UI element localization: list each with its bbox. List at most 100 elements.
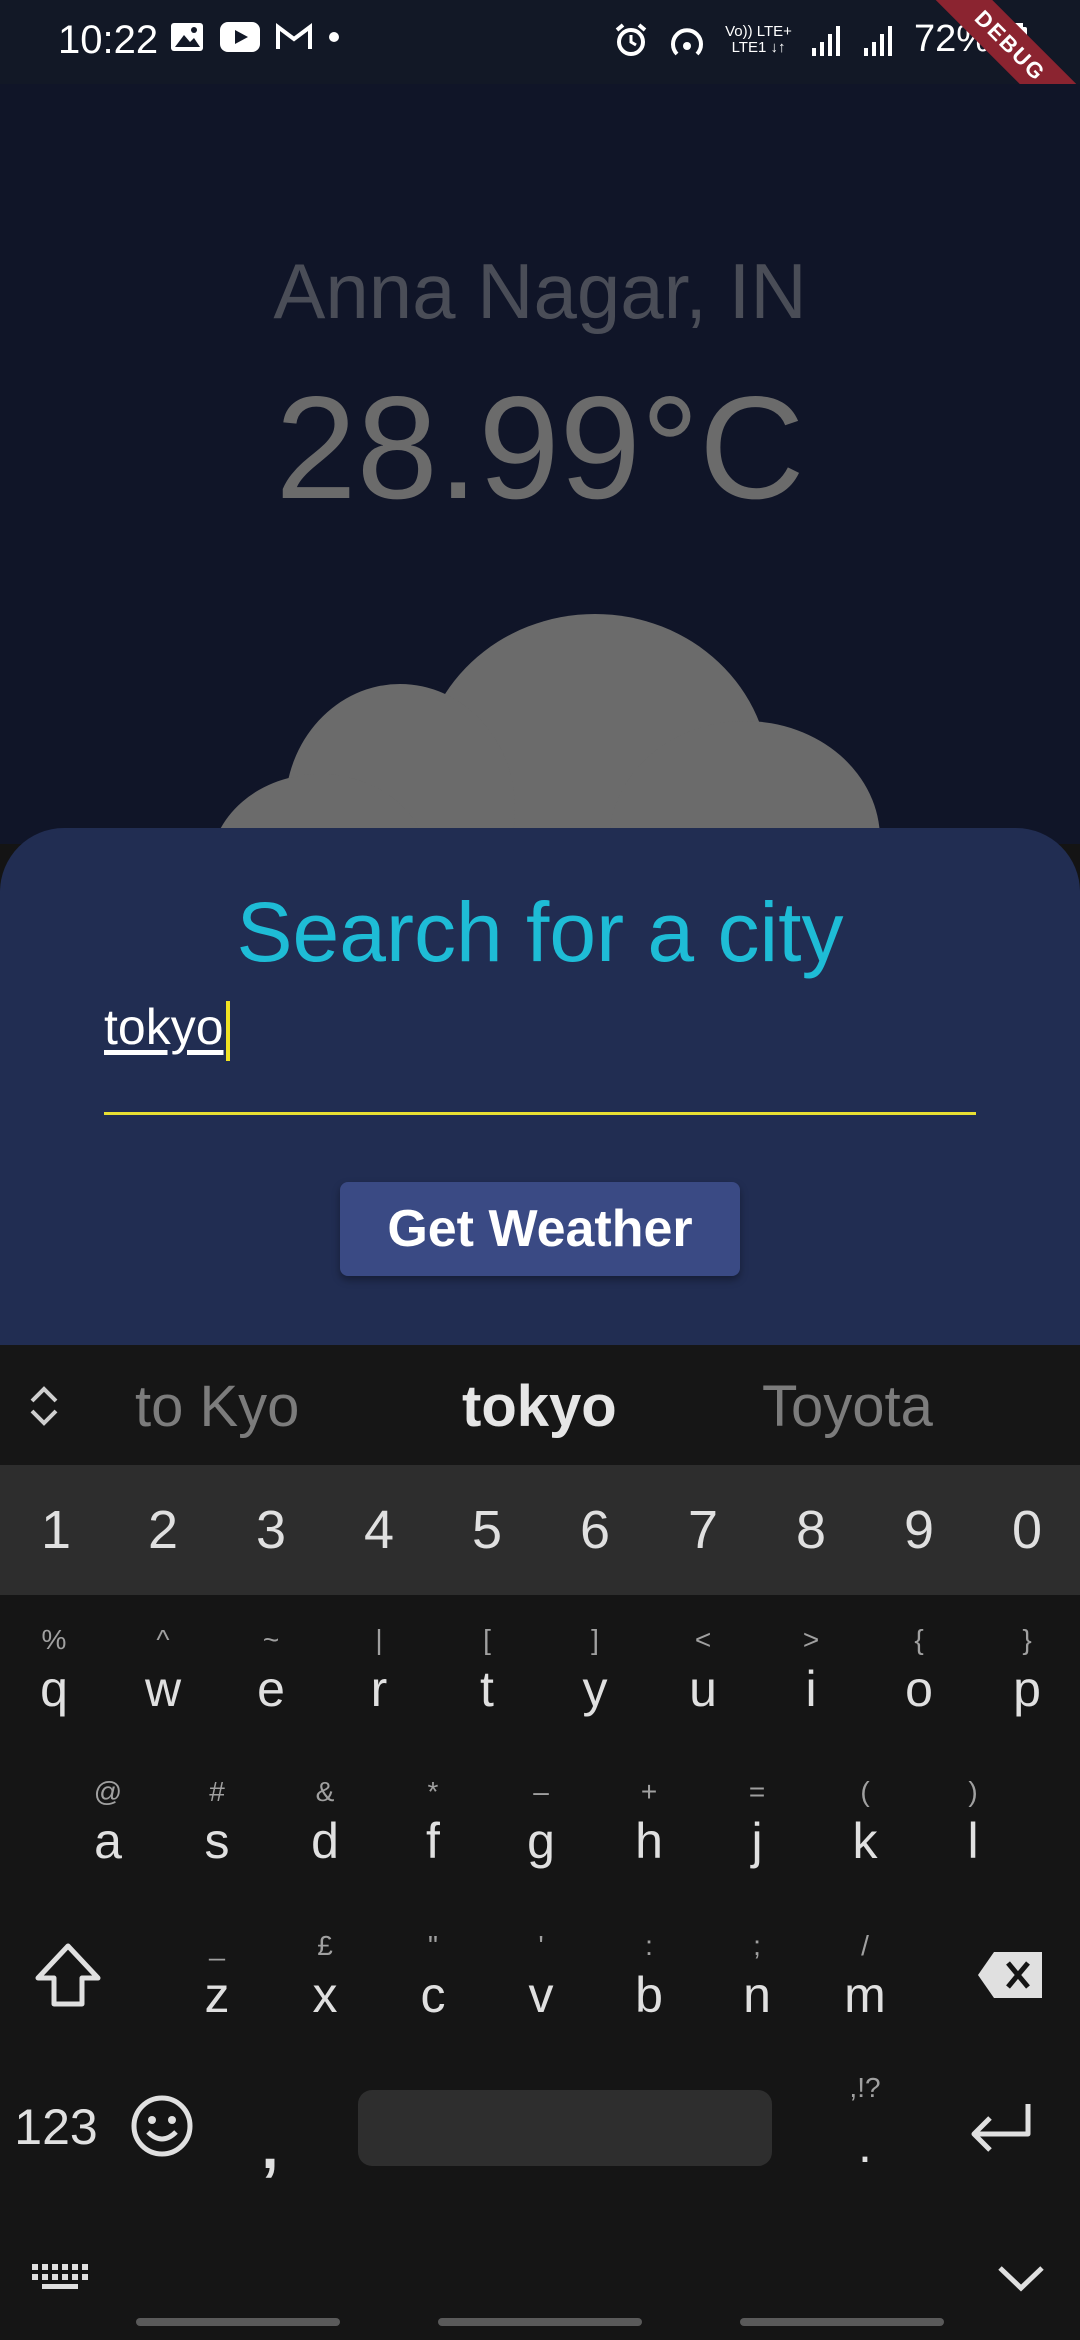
key-k-alt: ( (860, 1776, 870, 1807)
get-weather-button[interactable]: Get Weather (340, 1182, 740, 1276)
key-g-alt: – (533, 1776, 549, 1807)
key-w[interactable]: w (113, 1660, 213, 1718)
key-8[interactable]: 8 (761, 1465, 861, 1595)
city-name: Anna Nagar, IN (273, 247, 807, 335)
key-b-alt: : (645, 1930, 653, 1961)
status-time: 10:22 (58, 18, 159, 62)
key-g[interactable]: g (491, 1812, 591, 1870)
keyboard-switch-icon[interactable] (30, 2262, 88, 2292)
key-a[interactable]: a (58, 1812, 158, 1870)
search-sheet: Search for a city tokyo Get Weather (0, 828, 1080, 1348)
nav-bar-back[interactable] (740, 2318, 944, 2326)
key-c-alt: " (428, 1930, 438, 1961)
key-m-alt: / (861, 1930, 869, 1961)
key-7[interactable]: 7 (653, 1465, 753, 1595)
key-v-alt: ' (538, 1930, 544, 1961)
key-1[interactable]: 1 (6, 1465, 106, 1595)
status-bar: 10:22 Vo)) LTE+ LTE1 ↓↑ 72% DEBUG (0, 0, 1080, 153)
notification-icons (170, 22, 340, 52)
enter-icon[interactable] (964, 2098, 1036, 2158)
comma-key[interactable]: , (240, 2112, 300, 2183)
symbols-key[interactable]: 123 (6, 2098, 106, 2156)
key-r-alt: | (375, 1624, 383, 1655)
key-5[interactable]: 5 (437, 1465, 537, 1595)
key-2[interactable]: 2 (113, 1465, 213, 1595)
key-t[interactable]: t (437, 1660, 537, 1718)
dot-icon (329, 32, 339, 42)
input-underline (104, 1112, 976, 1115)
key-k[interactable]: k (815, 1812, 915, 1870)
key-x[interactable]: x (275, 1966, 375, 2024)
gmail-icon (276, 23, 312, 49)
suggestion-1[interactable]: to Kyo (135, 1373, 299, 1440)
network-type: Vo)) LTE+ LTE1 ↓↑ (725, 22, 792, 56)
key-m[interactable]: m (815, 1966, 915, 2024)
key-q[interactable]: q (4, 1660, 104, 1718)
suggestion-bar: to Kyo tokyo Toyota (0, 1345, 1080, 1465)
key-h-alt: + (640, 1776, 658, 1807)
sheet-title: Search for a city (236, 885, 844, 979)
key-u[interactable]: u (653, 1660, 753, 1718)
key-c[interactable]: c (383, 1966, 483, 2024)
key-t-alt: [ (483, 1624, 491, 1655)
key-j[interactable]: j (707, 1812, 807, 1870)
key-h[interactable]: h (599, 1812, 699, 1870)
key-x-alt: £ (317, 1930, 333, 1961)
city-search-input[interactable]: tokyo (104, 994, 974, 1061)
key-v[interactable]: v (491, 1966, 591, 2024)
nav-bar-home[interactable] (438, 2318, 642, 2326)
key-a-alt: @ (93, 1776, 123, 1807)
key-f-alt: * (427, 1776, 439, 1807)
key-6[interactable]: 6 (545, 1465, 645, 1595)
key-e-alt: ~ (262, 1624, 280, 1655)
hotspot-icon (671, 27, 704, 55)
signal-icon (811, 25, 840, 56)
key-y[interactable]: y (545, 1660, 645, 1718)
alarm-icon (615, 22, 647, 56)
suggestion-3[interactable]: Toyota (762, 1373, 933, 1440)
key-z-alt: _ (209, 1930, 225, 1961)
key-e[interactable]: e (221, 1660, 321, 1718)
key-p[interactable]: p (977, 1660, 1077, 1718)
key-n[interactable]: n (707, 1966, 807, 2024)
hide-keyboard-icon[interactable] (996, 2262, 1046, 2292)
key-s-alt: # (209, 1776, 225, 1807)
key-0[interactable]: 0 (977, 1465, 1077, 1595)
key-n-alt: ; (753, 1930, 761, 1961)
key-o[interactable]: o (869, 1660, 969, 1718)
key-s[interactable]: s (167, 1812, 267, 1870)
suggestion-2[interactable]: tokyo (462, 1373, 617, 1440)
space-key[interactable] (358, 2090, 772, 2166)
key-y-alt: ] (591, 1624, 599, 1655)
nav-bar-recents[interactable] (136, 2318, 340, 2326)
backspace-icon[interactable] (976, 1950, 1046, 2000)
key-l[interactable]: l (923, 1812, 1023, 1870)
key-q-alt: % (41, 1624, 67, 1655)
key-9[interactable]: 9 (869, 1465, 969, 1595)
key-o-alt: { (914, 1624, 924, 1655)
key-i[interactable]: i (761, 1660, 861, 1718)
period-key-alt: ,!? (849, 2072, 881, 2103)
key-z[interactable]: z (167, 1966, 267, 2024)
key-i-alt: > (802, 1624, 820, 1655)
key-4[interactable]: 4 (329, 1465, 429, 1595)
text-caret (225, 1000, 230, 1061)
input-value: tokyo (104, 999, 224, 1055)
key-3[interactable]: 3 (221, 1465, 321, 1595)
period-key[interactable]: . (815, 2116, 915, 2174)
signal-icon-2 (863, 25, 892, 56)
key-p-alt: } (1022, 1624, 1032, 1655)
key-f[interactable]: f (383, 1812, 483, 1870)
emoji-icon[interactable] (130, 2094, 194, 2158)
key-d-alt: & (315, 1776, 335, 1807)
expand-toolbar-icon[interactable] (24, 1385, 64, 1427)
gallery-icon (171, 23, 203, 51)
key-d[interactable]: d (275, 1812, 375, 1870)
key-l-alt: ) (968, 1776, 978, 1807)
key-u-alt: < (694, 1624, 712, 1655)
key-r[interactable]: r (329, 1660, 429, 1718)
shift-icon[interactable] (32, 1942, 104, 2008)
key-b[interactable]: b (599, 1966, 699, 2024)
key-w-alt: ^ (156, 1624, 170, 1655)
youtube-icon (220, 22, 260, 52)
